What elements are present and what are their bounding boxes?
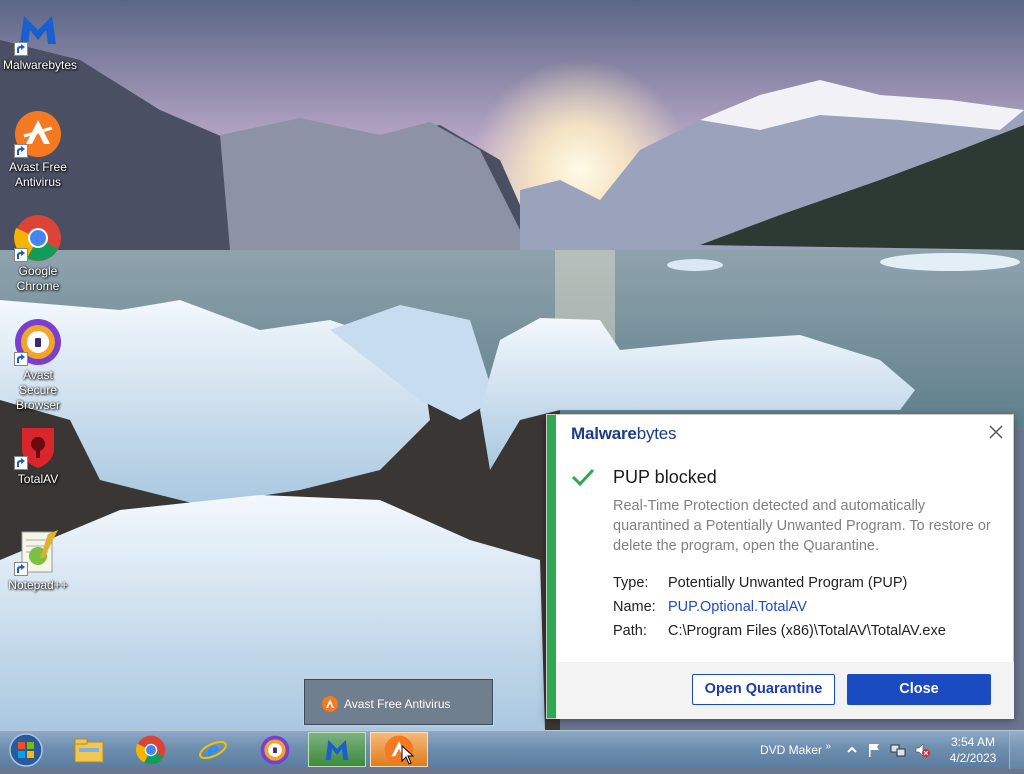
close-button[interactable]: Close [847,674,991,705]
detail-key: Type: [613,575,649,591]
desktop-icon-totalav[interactable]: TotalAV [3,422,73,487]
start-button[interactable] [6,731,46,769]
dvd-maker-toolbar[interactable]: DVD Maker » [760,741,831,757]
avast-secure-browser-icon [260,735,290,764]
desktop-icon-label: Malwarebytes [3,58,78,72]
desktop-icon-label: Google Chrome [16,264,60,293]
shortcut-arrow-icon [14,456,28,470]
checkmark-icon [571,468,595,487]
malwarebytes-logo: Malwarebytes [571,424,677,444]
brand-bold: Malware [571,424,637,443]
detail-value: C:\Program Files (x86)\TotalAV\TotalAV.e… [668,623,946,639]
taskbar-avast[interactable] [370,732,428,767]
brand-light: bytes [636,424,677,443]
action-center-flag-icon[interactable] [866,742,882,758]
desktop-icon-label: TotalAV [17,472,59,486]
clock-time: 3:54 AM [950,735,996,749]
ie-icon: e [199,735,227,764]
chrome-icon [136,735,166,764]
desktop-icon-avast[interactable]: Avast Free Antivirus [3,110,73,190]
windows-logo-icon [9,733,43,767]
detail-row-type: Type: Potentially Unwanted Program (PUP) [613,571,946,595]
show-hidden-icons-icon[interactable] [844,742,860,758]
threat-name-link[interactable]: PUP.Optional.TotalAV [668,599,807,615]
notification-footer: Open Quarantine Close [556,662,1014,719]
desktop-icon-avast-secure-browser[interactable]: Avast Secure Browser [3,318,73,413]
taskbar-internet-explorer[interactable]: e [184,732,242,767]
taskbar-avast-secure-browser[interactable] [246,732,304,767]
taskbar: e DVD Maker » 3:54 AM 4/2/2023 [0,730,1024,769]
toolbar-label: DVD Maker [760,743,823,757]
detail-row-path: Path: C:\Program Files (x86)\TotalAV\Tota… [613,619,946,643]
shortcut-arrow-icon [14,248,28,262]
shortcut-arrow-icon [14,352,28,366]
svg-text:e: e [207,735,219,764]
network-icon[interactable] [890,742,906,758]
detail-value: Potentially Unwanted Program (PUP) [668,575,908,591]
desktop-icon-notepadpp[interactable]: Notepad++ [3,528,73,593]
taskbar-thumbnail-popup[interactable]: Avast Free Antivirus [303,678,494,726]
toolbar-chevron[interactable]: » [825,741,831,752]
malwarebytes-icon [325,739,349,760]
detail-key: Name: [613,599,656,615]
shortcut-arrow-icon [14,144,28,158]
system-clock[interactable]: 3:54 AM 4/2/2023 [943,734,1003,766]
clock-date: 4/2/2023 [949,751,997,765]
close-icon[interactable] [987,423,1005,441]
desktop-icon-label: Avast Free Antivirus [9,160,67,189]
status-accent-bar [547,415,556,718]
shortcut-arrow-icon [14,562,28,576]
desktop-icon-malwarebytes[interactable]: Malwarebytes [3,8,78,73]
detail-key: Path: [613,623,647,639]
notification-title: PUP blocked [613,467,717,487]
desktop-icon-label: Avast Secure Browser [15,368,60,412]
volume-muted-icon[interactable] [914,742,930,758]
detection-details: Type: Potentially Unwanted Program (PUP) … [613,571,946,643]
desktop-icon-label: Notepad++ [8,578,68,592]
taskbar-malwarebytes[interactable] [308,732,366,767]
taskbar-explorer[interactable] [60,732,118,767]
show-desktop-button[interactable] [1009,731,1024,769]
open-quarantine-button[interactable]: Open Quarantine [692,674,835,705]
shortcut-arrow-icon [14,42,28,56]
malwarebytes-notification: Malwarebytes PUP blocked Real-Time Prote… [546,414,1014,719]
desktop-icon-chrome[interactable]: Google Chrome [3,214,73,294]
taskbar-popup-label: Avast Free Antivirus [344,697,451,711]
explorer-icon [74,738,104,762]
detail-row-name: Name: PUP.Optional.TotalAV [613,595,946,619]
mouse-cursor-icon [401,745,415,765]
notification-description: Real-Time Protection detected and automa… [613,498,991,554]
avast-icon [322,696,338,712]
taskbar-chrome[interactable] [122,732,180,767]
